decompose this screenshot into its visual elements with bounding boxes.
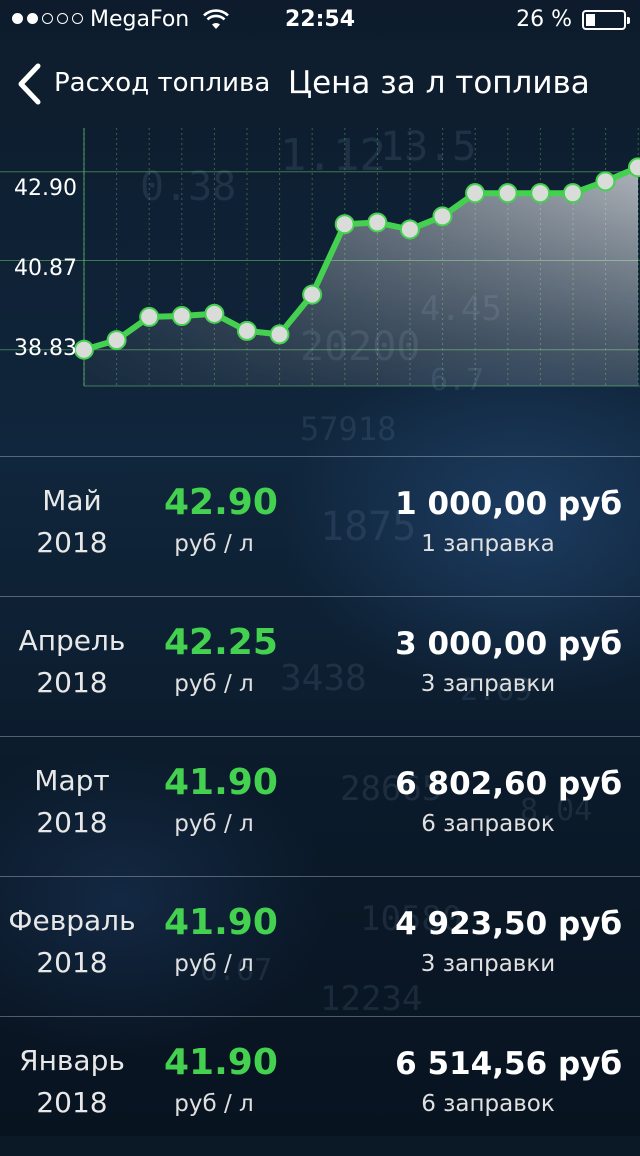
list-item[interactable]: Январь 2018 41.90 руб / л 6 514,56 руб 6… — [0, 1016, 640, 1156]
month-label: Февраль — [8, 904, 136, 937]
total-amount: 6 514,56 руб — [395, 1046, 622, 1082]
data-point[interactable] — [236, 320, 257, 341]
refuel-count: 1 заправка — [421, 531, 555, 557]
data-point[interactable] — [106, 330, 127, 351]
data-point[interactable] — [628, 157, 640, 178]
price-value: 41.90 — [164, 902, 278, 943]
data-point[interactable] — [432, 206, 453, 227]
price-unit: руб / л — [174, 1091, 254, 1117]
price-chart: 42.90 40.87 38.83 — [0, 128, 640, 458]
year-label: 2018 — [36, 946, 108, 979]
price-unit: руб / л — [174, 951, 254, 977]
price-chart-svg — [0, 128, 640, 387]
refuel-count: 6 заправок — [421, 1091, 555, 1117]
month-label: Апрель — [18, 624, 126, 657]
refuel-count: 3 заправки — [420, 951, 556, 977]
data-point[interactable] — [497, 183, 518, 204]
status-bar: MegaFon 22:54 26 % — [0, 0, 640, 40]
refuel-count: 3 заправки — [420, 671, 556, 697]
list-item[interactable]: Май 2018 42.90 руб / л 1 000,00 руб 1 за… — [0, 456, 640, 596]
data-point[interactable] — [171, 306, 192, 327]
data-point[interactable] — [595, 171, 616, 192]
data-point[interactable] — [562, 183, 583, 204]
price-unit: руб / л — [174, 811, 254, 837]
month-label: Май — [42, 484, 102, 517]
price-value: 42.25 — [164, 622, 278, 663]
price-value: 41.90 — [164, 762, 278, 803]
price-unit: руб / л — [174, 531, 254, 557]
total-amount: 6 802,60 руб — [395, 766, 622, 802]
data-point[interactable] — [204, 303, 225, 324]
chart-area-fill — [84, 167, 638, 386]
data-point[interactable] — [465, 183, 486, 204]
list-item[interactable]: Февраль 2018 41.90 руб / л 4 923,50 руб … — [0, 876, 640, 1016]
battery-icon — [582, 10, 630, 30]
month-label: Январь — [19, 1044, 125, 1077]
page-title: Цена за л топлива — [288, 65, 590, 101]
data-point[interactable] — [399, 219, 420, 240]
y-tick-label: 40.87 — [14, 256, 77, 281]
data-point[interactable] — [269, 324, 290, 345]
data-point[interactable] — [530, 183, 551, 204]
price-value: 42.90 — [164, 482, 278, 523]
list-item[interactable]: Апрель 2018 42.25 руб / л 3 000,00 руб 3… — [0, 596, 640, 736]
price-value: 41.90 — [164, 1042, 278, 1083]
data-point[interactable] — [334, 214, 355, 235]
total-amount: 3 000,00 руб — [395, 626, 622, 662]
y-tick-label: 42.90 — [14, 176, 77, 201]
month-label: Март — [34, 764, 110, 797]
y-tick-label: 38.83 — [14, 336, 77, 361]
data-point[interactable] — [139, 306, 160, 327]
year-label: 2018 — [36, 806, 108, 839]
back-button[interactable]: Расход топлива — [54, 68, 270, 98]
year-label: 2018 — [36, 666, 108, 699]
refuel-count: 6 заправок — [421, 811, 555, 837]
data-point[interactable] — [302, 284, 323, 305]
year-label: 2018 — [36, 1086, 108, 1119]
battery-percentage: 26 % — [516, 7, 572, 32]
data-point[interactable] — [367, 212, 388, 233]
navigation-bar: Расход топлива Цена за л топлива — [0, 40, 640, 128]
data-point[interactable] — [74, 339, 94, 360]
total-amount: 4 923,50 руб — [395, 906, 622, 942]
price-unit: руб / л — [174, 671, 254, 697]
back-chevron-icon[interactable] — [14, 62, 44, 106]
list-item[interactable]: Март 2018 41.90 руб / л 6 802,60 руб 6 з… — [0, 736, 640, 876]
year-label: 2018 — [36, 526, 108, 559]
total-amount: 1 000,00 руб — [395, 486, 622, 522]
